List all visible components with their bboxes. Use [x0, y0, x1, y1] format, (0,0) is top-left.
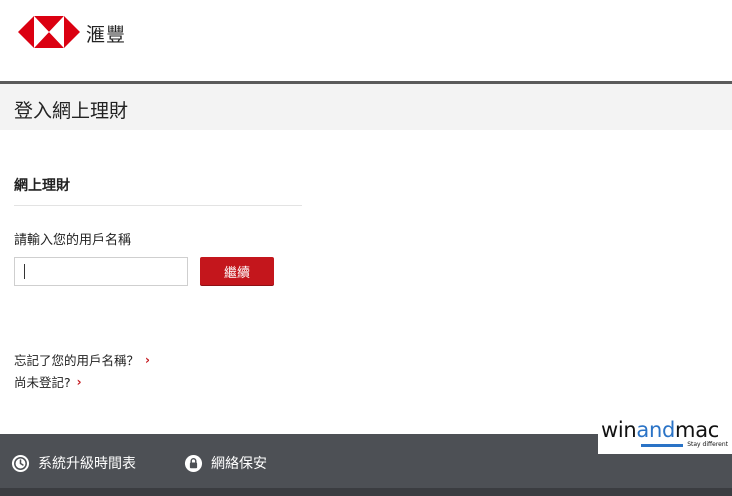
title-bar: 登入網上理財: [0, 84, 732, 130]
watermark-part-mac: mac: [675, 418, 720, 442]
watermark-tagline: Stay different: [687, 441, 728, 448]
forgot-username-link[interactable]: 忘記了您的用戶名稱？ ›: [14, 350, 150, 369]
text-caret: [24, 264, 25, 279]
clock-icon: [11, 454, 30, 472]
login-panel-heading: 網上理財: [14, 178, 70, 194]
chevron-right-icon: ›: [145, 352, 150, 367]
system-upgrade-schedule-link[interactable]: 系統升級時間表: [11, 453, 136, 473]
brand-name: 滙豐: [86, 24, 127, 46]
footer-bottom-strip: [0, 488, 732, 496]
page-title: 登入網上理財: [14, 100, 129, 122]
watermark-underline: [641, 444, 683, 447]
watermark-part-and: and: [636, 418, 676, 442]
watermark-text: winandmac: [601, 418, 719, 442]
username-input[interactable]: [14, 257, 188, 286]
lock-icon: [184, 454, 203, 472]
register-label: 尚未登記?: [14, 375, 71, 390]
panel-divider: [14, 205, 302, 206]
schedule-label: 系統升級時間表: [38, 456, 136, 472]
watermark-logo: winandmac Stay different: [598, 414, 732, 454]
security-label: 網絡保安: [211, 456, 267, 472]
hsbc-logo-icon[interactable]: [18, 16, 80, 48]
online-security-link[interactable]: 網絡保安: [184, 453, 267, 473]
watermark-part-win: win: [601, 418, 637, 442]
register-link[interactable]: 尚未登記? ›: [14, 372, 82, 391]
chevron-right-icon: ›: [76, 374, 82, 389]
continue-button[interactable]: 繼續: [200, 257, 274, 285]
site-header: 滙豐: [0, 0, 732, 82]
username-label: 請輸入您的用戶名稱: [14, 233, 132, 248]
forgot-username-label: 忘記了您的用戶名稱？: [14, 353, 140, 368]
